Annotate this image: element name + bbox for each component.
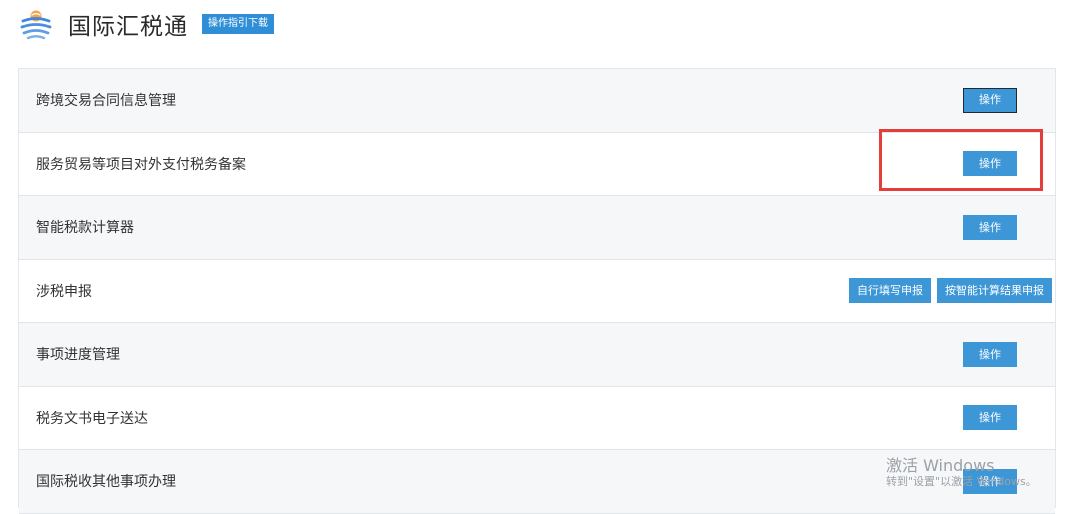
list-item: 智能税款计算器 操作 xyxy=(19,196,1055,260)
operate-button[interactable]: 操作 xyxy=(963,214,1017,240)
row-label: 事项进度管理 xyxy=(36,347,120,364)
row-actions: 操作 xyxy=(963,405,1017,431)
row-actions: 操作 xyxy=(963,214,1017,240)
operate-button[interactable]: 操作 xyxy=(963,405,1017,431)
app-header: 国际汇税通 操作指引下载 xyxy=(18,6,274,42)
operate-button[interactable]: 操作 xyxy=(963,151,1017,177)
row-actions: 自行填写申报 按智能计算结果申报 xyxy=(849,278,1052,304)
row-label: 跨境交易合同信息管理 xyxy=(36,93,176,110)
service-list: 跨境交易合同信息管理 操作 服务贸易等项目对外支付税务备案 操作 智能税款计算器… xyxy=(18,68,1056,514)
app-title: 国际汇税通 xyxy=(68,14,188,40)
list-item: 服务贸易等项目对外支付税务备案 操作 xyxy=(19,132,1055,196)
smart-calc-declare-button[interactable]: 按智能计算结果申报 xyxy=(937,278,1052,304)
row-label: 涉税申报 xyxy=(36,283,92,300)
list-item: 国际税收其他事项办理 操作 xyxy=(19,450,1055,514)
globe-stack-icon xyxy=(20,10,52,40)
list-item: 跨境交易合同信息管理 操作 xyxy=(19,69,1055,133)
row-actions: 操作 xyxy=(963,468,1017,494)
row-label: 服务贸易等项目对外支付税务备案 xyxy=(36,156,246,173)
row-actions: 操作 xyxy=(963,151,1017,177)
operate-button[interactable]: 操作 xyxy=(963,87,1017,113)
list-item: 税务文书电子送达 操作 xyxy=(19,386,1055,450)
operate-button[interactable]: 操作 xyxy=(963,341,1017,367)
operate-button[interactable]: 操作 xyxy=(963,468,1017,494)
row-label: 智能税款计算器 xyxy=(36,220,134,237)
row-actions: 操作 xyxy=(963,341,1017,367)
self-fill-declare-button[interactable]: 自行填写申报 xyxy=(849,278,931,304)
list-item: 涉税申报 自行填写申报 按智能计算结果申报 xyxy=(19,259,1055,323)
row-label: 国际税收其他事项办理 xyxy=(36,474,176,491)
list-item: 事项进度管理 操作 xyxy=(19,323,1055,387)
guide-download-button[interactable]: 操作指引下载 xyxy=(202,14,274,34)
row-actions: 操作 xyxy=(963,87,1017,113)
row-label: 税务文书电子送达 xyxy=(36,410,148,427)
